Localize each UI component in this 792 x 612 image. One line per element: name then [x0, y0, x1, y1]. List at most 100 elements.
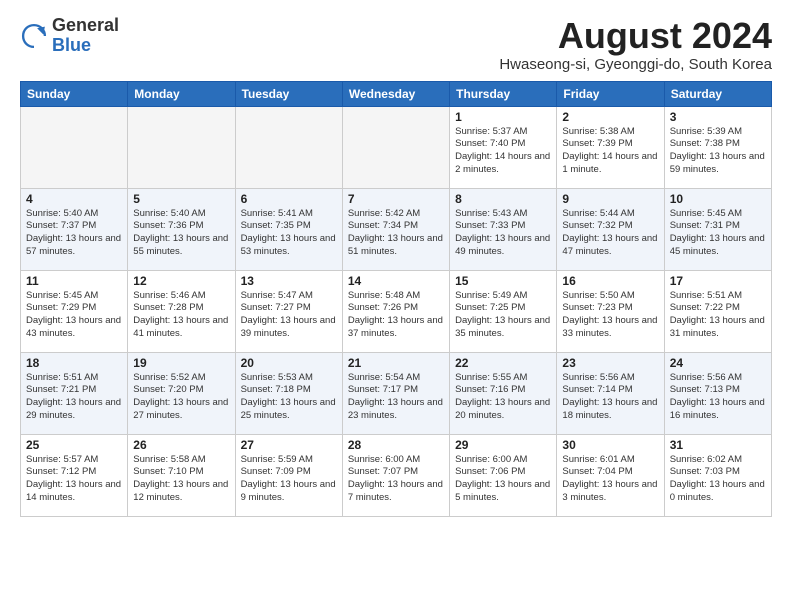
calendar-cell: 2Sunrise: 5:38 AMSunset: 7:39 PMDaylight…	[557, 106, 664, 188]
day-number: 17	[670, 274, 766, 288]
day-number: 7	[348, 192, 444, 206]
day-number: 21	[348, 356, 444, 370]
day-number: 25	[26, 438, 122, 452]
day-info: Sunrise: 5:53 AMSunset: 7:18 PMDaylight:…	[241, 372, 337, 423]
day-info: Sunrise: 6:00 AMSunset: 7:07 PMDaylight:…	[348, 454, 444, 505]
day-number: 5	[133, 192, 229, 206]
day-info: Sunrise: 6:02 AMSunset: 7:03 PMDaylight:…	[670, 454, 766, 505]
weekday-header-row: SundayMondayTuesdayWednesdayThursdayFrid…	[21, 81, 772, 106]
logo: General Blue	[20, 16, 119, 56]
day-number: 15	[455, 274, 551, 288]
day-info: Sunrise: 5:54 AMSunset: 7:17 PMDaylight:…	[348, 372, 444, 423]
logo-icon	[20, 22, 48, 50]
day-number: 6	[241, 192, 337, 206]
day-info: Sunrise: 5:55 AMSunset: 7:16 PMDaylight:…	[455, 372, 551, 423]
calendar-cell: 27 Sunrise: 5:59 AMSunset: 7:09 PMDayligh…	[235, 434, 342, 516]
day-number: 12	[133, 274, 229, 288]
day-info: Sunrise: 5:59 AMSunset: 7:09 PMDaylight:…	[241, 454, 337, 505]
day-number: 31	[670, 438, 766, 452]
calendar-cell	[235, 106, 342, 188]
day-number: 20	[241, 356, 337, 370]
calendar-cell: 18Sunrise: 5:51 AMSunset: 7:21 PMDayligh…	[21, 352, 128, 434]
day-number: 26	[133, 438, 229, 452]
calendar-cell: 21 Sunrise: 5:54 AMSunset: 7:17 PMDayligh…	[342, 352, 449, 434]
calendar-cell: 28 Sunrise: 6:00 AMSunset: 7:07 PMDayligh…	[342, 434, 449, 516]
day-info: Sunrise: 5:40 AMSunset: 7:37 PMDaylight:…	[26, 208, 122, 259]
day-number: 3	[670, 110, 766, 124]
day-number: 24	[670, 356, 766, 370]
calendar-cell: 31 Sunrise: 6:02 AMSunset: 7:03 PMDayligh…	[664, 434, 771, 516]
day-info: Sunrise: 5:52 AMSunset: 7:20 PMDaylight:…	[133, 372, 229, 423]
calendar-cell: 11 Sunrise: 5:45 AMSunset: 7:29 PMDayligh…	[21, 270, 128, 352]
day-info: Sunrise: 5:47 AMSunset: 7:27 PMDaylight:…	[241, 290, 337, 341]
day-info: Sunrise: 5:50 AMSunset: 7:23 PMDaylight:…	[562, 290, 658, 341]
day-info: Sunrise: 5:44 AMSunset: 7:32 PMDaylight:…	[562, 208, 658, 259]
calendar-cell: 14 Sunrise: 5:48 AMSunset: 7:26 PMDayligh…	[342, 270, 449, 352]
day-info: Sunrise: 5:45 AMSunset: 7:29 PMDaylight:…	[26, 290, 122, 341]
day-info: Sunrise: 5:56 AMSunset: 7:14 PMDaylight:…	[562, 372, 658, 423]
day-number: 13	[241, 274, 337, 288]
day-number: 9	[562, 192, 658, 206]
calendar-cell	[342, 106, 449, 188]
calendar-cell: 8Sunrise: 5:43 AMSunset: 7:33 PMDaylight…	[450, 188, 557, 270]
logo-blue: Blue	[52, 35, 91, 55]
week-row-1: 1 Sunrise: 5:37 AMSunset: 7:40 PMDaylight…	[21, 106, 772, 188]
calendar-cell: 29Sunrise: 6:00 AMSunset: 7:06 PMDayligh…	[450, 434, 557, 516]
page: General Blue August 2024 Hwaseong-si, Gy…	[0, 0, 792, 527]
calendar-cell	[21, 106, 128, 188]
day-info: Sunrise: 5:58 AMSunset: 7:10 PMDaylight:…	[133, 454, 229, 505]
day-number: 10	[670, 192, 766, 206]
logo-general: General	[52, 15, 119, 35]
day-number: 4	[26, 192, 122, 206]
day-info: Sunrise: 5:37 AMSunset: 7:40 PMDaylight:…	[455, 126, 551, 177]
day-info: Sunrise: 5:49 AMSunset: 7:25 PMDaylight:…	[455, 290, 551, 341]
day-number: 22	[455, 356, 551, 370]
day-number: 16	[562, 274, 658, 288]
calendar-cell: 1 Sunrise: 5:37 AMSunset: 7:40 PMDaylight…	[450, 106, 557, 188]
day-info: Sunrise: 5:51 AMSunset: 7:22 PMDaylight:…	[670, 290, 766, 341]
weekday-tuesday: Tuesday	[235, 81, 342, 106]
day-info: Sunrise: 6:00 AMSunset: 7:06 PMDaylight:…	[455, 454, 551, 505]
calendar-cell: 30Sunrise: 6:01 AMSunset: 7:04 PMDayligh…	[557, 434, 664, 516]
calendar-cell: 6Sunrise: 5:41 AMSunset: 7:35 PMDaylight…	[235, 188, 342, 270]
day-number: 14	[348, 274, 444, 288]
calendar-cell: 26 Sunrise: 5:58 AMSunset: 7:10 PMDayligh…	[128, 434, 235, 516]
day-number: 11	[26, 274, 122, 288]
week-row-5: 25Sunrise: 5:57 AMSunset: 7:12 PMDayligh…	[21, 434, 772, 516]
day-info: Sunrise: 5:40 AMSunset: 7:36 PMDaylight:…	[133, 208, 229, 259]
calendar-cell: 19 Sunrise: 5:52 AMSunset: 7:20 PMDayligh…	[128, 352, 235, 434]
day-number: 28	[348, 438, 444, 452]
day-number: 27	[241, 438, 337, 452]
week-row-3: 11 Sunrise: 5:45 AMSunset: 7:29 PMDayligh…	[21, 270, 772, 352]
calendar-cell: 7 Sunrise: 5:42 AMSunset: 7:34 PMDaylight…	[342, 188, 449, 270]
calendar-cell: 20 Sunrise: 5:53 AMSunset: 7:18 PMDayligh…	[235, 352, 342, 434]
day-info: Sunrise: 5:51 AMSunset: 7:21 PMDaylight:…	[26, 372, 122, 423]
calendar-cell: 25Sunrise: 5:57 AMSunset: 7:12 PMDayligh…	[21, 434, 128, 516]
weekday-monday: Monday	[128, 81, 235, 106]
week-row-2: 4 Sunrise: 5:40 AMSunset: 7:37 PMDaylight…	[21, 188, 772, 270]
calendar-cell: 4 Sunrise: 5:40 AMSunset: 7:37 PMDaylight…	[21, 188, 128, 270]
day-number: 23	[562, 356, 658, 370]
day-number: 19	[133, 356, 229, 370]
calendar-cell: 15 Sunrise: 5:49 AMSunset: 7:25 PMDayligh…	[450, 270, 557, 352]
day-info: Sunrise: 5:42 AMSunset: 7:34 PMDaylight:…	[348, 208, 444, 259]
title-area: August 2024 Hwaseong-si, Gyeonggi-do, So…	[499, 16, 772, 73]
week-row-4: 18Sunrise: 5:51 AMSunset: 7:21 PMDayligh…	[21, 352, 772, 434]
day-number: 8	[455, 192, 551, 206]
weekday-friday: Friday	[557, 81, 664, 106]
calendar-cell: 5 Sunrise: 5:40 AMSunset: 7:36 PMDaylight…	[128, 188, 235, 270]
weekday-saturday: Saturday	[664, 81, 771, 106]
calendar-cell: 22 Sunrise: 5:55 AMSunset: 7:16 PMDayligh…	[450, 352, 557, 434]
day-number: 30	[562, 438, 658, 452]
calendar-cell: 13 Sunrise: 5:47 AMSunset: 7:27 PMDayligh…	[235, 270, 342, 352]
day-number: 1	[455, 110, 551, 124]
weekday-sunday: Sunday	[21, 81, 128, 106]
calendar-cell	[128, 106, 235, 188]
day-info: Sunrise: 5:46 AMSunset: 7:28 PMDaylight:…	[133, 290, 229, 341]
day-info: Sunrise: 5:45 AMSunset: 7:31 PMDaylight:…	[670, 208, 766, 259]
calendar-cell: 12 Sunrise: 5:46 AMSunset: 7:28 PMDayligh…	[128, 270, 235, 352]
weekday-wednesday: Wednesday	[342, 81, 449, 106]
day-info: Sunrise: 5:48 AMSunset: 7:26 PMDaylight:…	[348, 290, 444, 341]
day-number: 2	[562, 110, 658, 124]
month-title: August 2024	[499, 16, 772, 56]
